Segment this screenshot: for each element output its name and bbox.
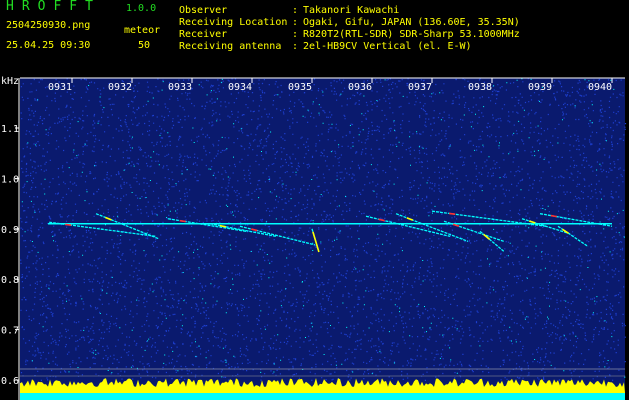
meteor-echo-head xyxy=(65,223,72,226)
y-tick-label: 1.0 xyxy=(1,174,19,185)
y-tick-label: 0.6 xyxy=(1,376,19,387)
y-tick-label: 0.7 xyxy=(1,326,19,337)
meta-colon: : xyxy=(292,41,299,52)
meta-key-location: Receiving Location xyxy=(179,17,288,28)
meta-key-observer: Observer xyxy=(179,5,228,16)
meta-colon: : xyxy=(292,29,299,40)
meta-colon: : xyxy=(292,5,299,16)
meta-value-observer: Takanori Kawachi xyxy=(303,5,400,16)
x-tick-label: 0936 xyxy=(348,82,372,93)
meta-key-receiver: Receiver xyxy=(179,29,228,40)
meta-value-receiver: R820T2(RTL-SDR) SDR-Sharp 53.1000MHz xyxy=(303,29,520,40)
y-tick-label: 0.9 xyxy=(1,225,19,236)
meta-colon: : xyxy=(292,17,299,28)
x-tick-label: 0938 xyxy=(468,82,492,93)
y-tick-label: 1.1 xyxy=(1,124,19,135)
y-axis-label: kHz xyxy=(1,76,19,87)
meteor-count: 50 xyxy=(138,40,151,51)
meteor-echo-head xyxy=(550,214,557,218)
y-tick-label: 0.8 xyxy=(1,275,19,286)
plot-background xyxy=(20,78,625,400)
date-time: 25.04.25 09:30 xyxy=(6,40,91,51)
meteor-echo-head xyxy=(179,219,186,223)
x-tick-label: 0933 xyxy=(168,82,192,93)
noise-floor-base xyxy=(20,393,625,400)
y-axis: 1.1 1.0 0.9 0.8 0.7 0.6 xyxy=(1,78,20,400)
x-tick-label: 0939 xyxy=(528,82,552,93)
meta-key-antenna: Receiving antenna xyxy=(179,41,282,52)
x-tick-label: 0940 xyxy=(588,82,612,93)
x-tick-label: 0935 xyxy=(288,82,312,93)
meteor-label: meteor xyxy=(124,25,161,36)
app-name: HROFFT xyxy=(6,0,101,14)
meta-value-location: Ogaki, Gifu, JAPAN (136.60E, 35.35N) xyxy=(303,17,520,28)
app-version: 1.0.0 xyxy=(126,3,157,14)
file-name: 2504250930.png xyxy=(6,20,91,31)
meteor-echo-head xyxy=(448,212,456,216)
x-tick-label: 0934 xyxy=(228,82,252,93)
spectrogram-chart: 1.1 1.0 0.9 0.8 0.7 0.6 0931 0932 0933 0934 0935 0… xyxy=(1,76,627,400)
x-tick-label: 0937 xyxy=(408,82,432,93)
x-tick-label: 0932 xyxy=(108,82,132,93)
x-tick-label: 0931 xyxy=(48,82,72,93)
meteor-echo-head xyxy=(219,224,227,228)
meta-value-antenna: 2el-HB9CV Vertical (el. E-W) xyxy=(303,41,472,52)
